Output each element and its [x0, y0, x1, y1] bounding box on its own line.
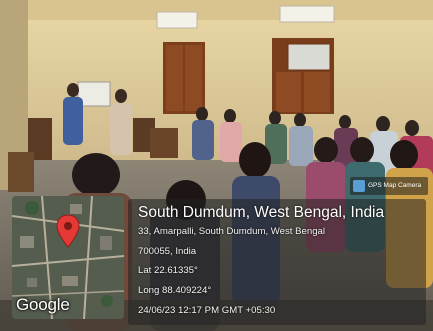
timestamp: 24/06/23 12:17 PM GMT +05:30: [138, 305, 276, 316]
address-line-2: 700055, India: [138, 246, 197, 257]
badge-label: GPS Map Camera: [368, 182, 422, 189]
gps-map-camera-badge: GPS Map Camera: [350, 177, 428, 195]
map-thumbnail: Google: [12, 196, 124, 319]
latitude: Lat 22.61335°: [138, 265, 198, 276]
location-pin-icon: [56, 214, 80, 248]
google-logo: Google: [16, 295, 70, 314]
location-title: South Dumdum, West Bengal, India: [138, 204, 385, 221]
location-info-panel: South Dumdum, West Bengal, India 33, Ama…: [128, 199, 426, 325]
gps-map-camera-icon: [353, 180, 365, 192]
longitude: Long 88.409224°: [138, 285, 212, 296]
geotagged-photo: GPS Map Camera Google South Dumdum, West…: [0, 0, 433, 331]
address-line-1: 33, Amarpalli, South Dumdum, West Bengal: [138, 226, 325, 237]
